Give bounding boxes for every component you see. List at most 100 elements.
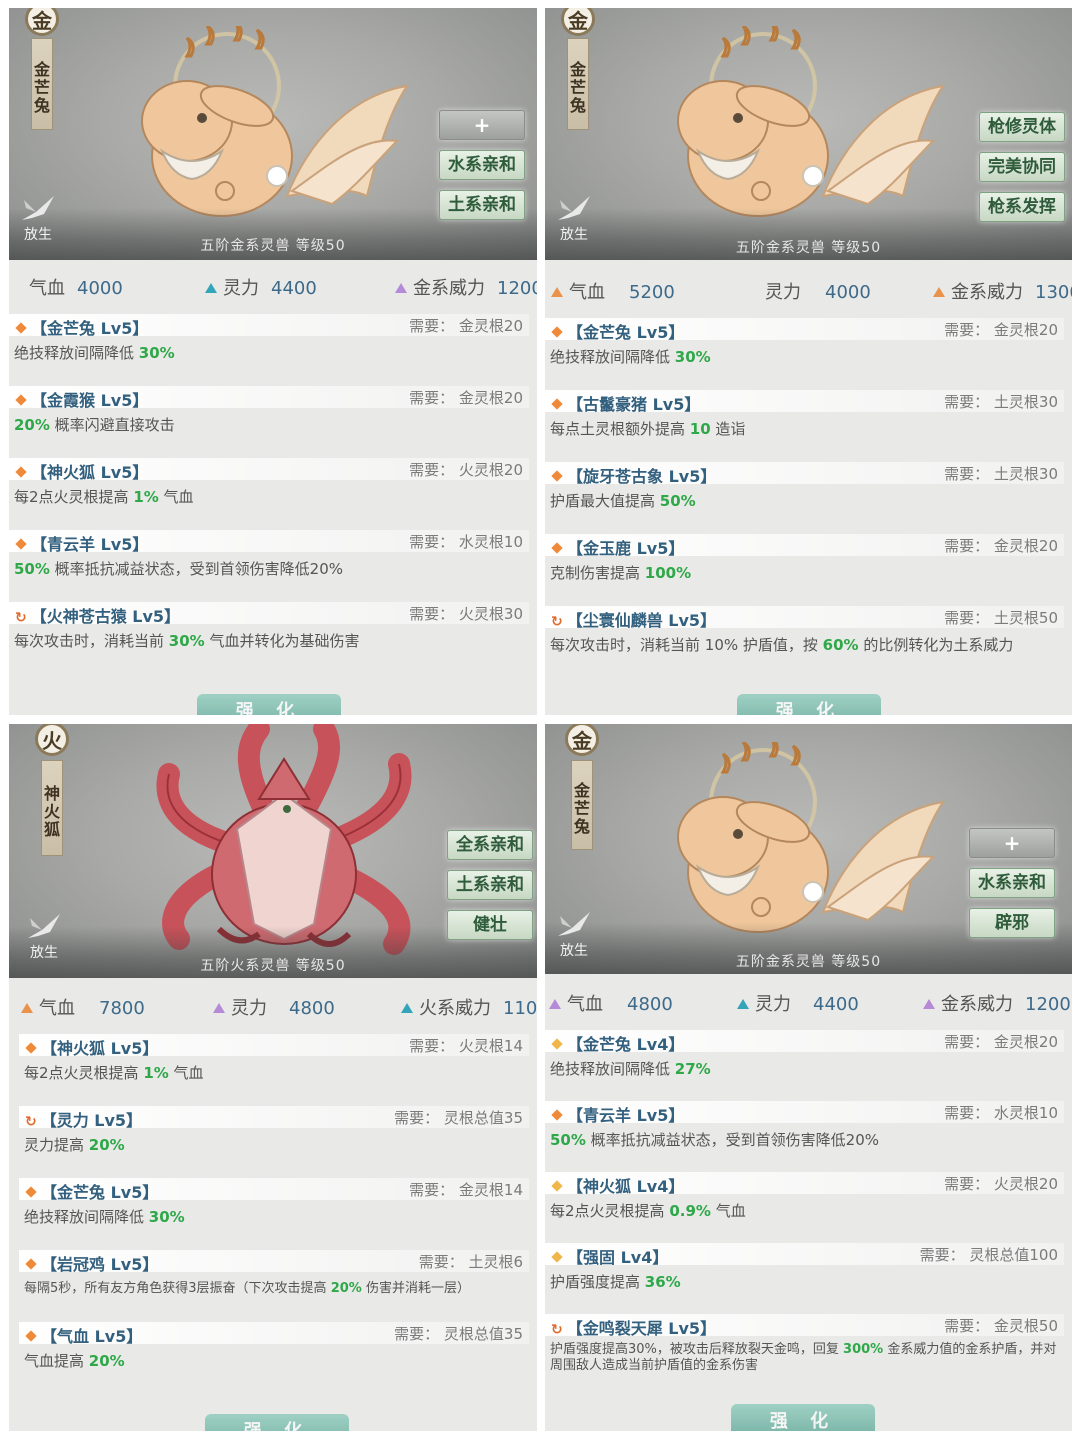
- diamond-icon: [25, 1330, 37, 1342]
- skill-description: 每2点火灵根提高 1% 气血: [24, 1064, 204, 1082]
- diamond-icon: [551, 1251, 563, 1263]
- skill-description: 绝技释放间隔降低 30%: [14, 344, 175, 362]
- triangle-icon: [205, 283, 217, 293]
- crane-icon: [558, 912, 590, 936]
- skill-requirement: 需要： 金灵根14: [409, 1181, 523, 1199]
- pet-name-ribbon: 金芒兔: [571, 760, 593, 850]
- skill-description: 每2点火灵根提高 0.9% 气血: [550, 1202, 746, 1220]
- pet-title: 五阶金系灵兽 等级50: [735, 954, 882, 970]
- skill-description: 绝技释放间隔降低 30%: [550, 348, 711, 366]
- trait-tag[interactable]: 完美协同: [979, 152, 1065, 182]
- pet-panel-4: 金 金芒兔 放生 + 水系亲和 辟邪 五阶金系灵兽 等级50 气血 4800 灵力…: [545, 724, 1072, 1431]
- element-badge: 金: [25, 8, 59, 36]
- skill-item: 【金芒兔 Lv5】 需要： 金灵根14 绝技释放间隔降低 30%: [19, 1176, 537, 1248]
- skill-description: 护盾强度提高 36%: [550, 1273, 681, 1291]
- element-badge: 金: [561, 8, 595, 36]
- stat-hp: 气血 4800: [549, 990, 673, 1016]
- pet-stats: 气血 4800 灵力 4400 金系威力 1200: [545, 986, 1072, 1016]
- skill-description: 每点土灵根额外提高 10 造诣: [550, 420, 746, 438]
- skill-item: ↻ 【金鸣裂天犀 Lv5】 需要： 金灵根50 护盾强度提高30%，被攻击后释放裂天…: [545, 1312, 1072, 1392]
- skill-requirement: 需要： 土灵根6: [418, 1253, 523, 1271]
- pet-stats: 气血7800 灵力4800 火系威力1100: [9, 990, 537, 1020]
- pet-name-ribbon: 神火狐: [41, 760, 63, 856]
- triangle-icon: [21, 1003, 33, 1013]
- trait-tag[interactable]: 土系亲和: [447, 870, 533, 900]
- trait-tag[interactable]: 水系亲和: [439, 150, 525, 180]
- skill-item: 【金霞猴 Lv5】 需要： 金灵根20 20% 概率闪避直接攻击: [9, 384, 537, 456]
- stat-hp: 气血 7800: [21, 994, 145, 1020]
- skill-item: 【青云羊 Lv5】 需要： 水灵根10 50% 概率抵抗减益状态，受到首领伤害降低…: [9, 528, 537, 600]
- skill-item: ↻ 【灵力 Lv5】 需要： 灵根总值35 灵力提高 20%: [19, 1104, 537, 1176]
- diamond-icon: [551, 542, 563, 554]
- strengthen-button[interactable]: 强 化: [737, 694, 881, 715]
- pet-panel-1: 金 金芒兔 放生 + 水系亲和 土系亲和 五阶金系灵兽 等级50 气血 4000 …: [9, 8, 537, 715]
- diamond-icon: [25, 1258, 37, 1270]
- skill-description: 绝技释放间隔降低 30%: [24, 1208, 185, 1226]
- add-trait-button[interactable]: +: [969, 828, 1055, 858]
- stat-power: 金系威力1200: [923, 990, 1071, 1016]
- skill-item: 【旋牙苍古象 Lv5】 需要： 土灵根30 护盾最大值提高 50%: [545, 460, 1072, 532]
- skill-description: 每次攻击时，消耗当前 10% 护盾值，按 60% 的比例转化为土系威力: [550, 636, 1014, 654]
- cycle-icon: ↻: [25, 1114, 37, 1130]
- skill-description: 50% 概率抵抗减益状态，受到首领伤害降低20%: [550, 1131, 880, 1149]
- diamond-icon: [551, 398, 563, 410]
- diamond-icon: [551, 1109, 563, 1121]
- skill-description: 每隔5秒，所有友方角色获得3层振奋（下次攻击提高 20% 伤害并消耗一层）: [24, 1281, 470, 1296]
- triangle-icon: [213, 1003, 225, 1013]
- skill-requirement: 需要： 金灵根20: [944, 537, 1058, 555]
- triangle-icon: [395, 283, 407, 293]
- skill-requirement: 需要： 土灵根50: [944, 609, 1058, 627]
- skill-item: 【神火狐 Lv4】 需要： 火灵根20 每2点火灵根提高 0.9% 气血: [545, 1170, 1072, 1241]
- element-badge: 火: [35, 724, 69, 756]
- skill-requirement: 需要： 灵根总值35: [394, 1109, 523, 1127]
- skill-requirement: 需要： 水灵根10: [944, 1104, 1058, 1122]
- stat-hp: 气血 4000: [29, 278, 123, 299]
- triangle-icon: [923, 999, 935, 1009]
- skill-list: 【金芒兔 Lv4】 需要： 金灵根20 绝技释放间隔降低 27% 【青云羊 Lv5…: [545, 1028, 1072, 1392]
- skill-requirement: 需要： 火灵根30: [409, 605, 523, 623]
- trait-tag[interactable]: 土系亲和: [439, 190, 525, 220]
- skill-list: 【神火狐 Lv5】 需要： 火灵根14 每2点火灵根提高 1% 气血 ↻ 【灵力 L…: [19, 1032, 537, 1392]
- skill-description: 护盾最大值提高 50%: [550, 492, 696, 510]
- diamond-icon: [551, 470, 563, 482]
- pet-stats: 气血4000 灵力4400 金系威力1200: [9, 270, 537, 300]
- skill-item: 【岩冠鸡 Lv5】 需要： 土灵根6 每隔5秒，所有友方角色获得3层振奋（下次攻击…: [19, 1248, 537, 1320]
- strengthen-button[interactable]: 强 化: [197, 694, 341, 715]
- strengthen-button[interactable]: 强 化: [731, 1404, 875, 1431]
- skill-item: ↻ 【尘寰仙麟兽 Lv5】 需要： 土灵根50 每次攻击时，消耗当前 10% 护盾值…: [545, 604, 1072, 676]
- skill-description: 50% 概率抵抗减益状态，受到首领伤害降低20%: [14, 560, 344, 578]
- skill-requirement: 需要： 金灵根20: [409, 317, 523, 335]
- skill-requirement: 需要： 金灵根20: [944, 321, 1058, 339]
- pet-title: 五阶火系灵兽 等级50: [200, 958, 346, 974]
- skill-item: 【金玉鹿 Lv5】 需要： 金灵根20 克制伤害提高 100%: [545, 532, 1072, 604]
- triangle-icon: [933, 287, 945, 297]
- skill-description: 克制伤害提高 100%: [550, 564, 692, 582]
- diamond-icon: [15, 538, 27, 550]
- stat-spirit: 灵力 4400: [205, 274, 317, 300]
- skill-item: 【神火狐 Lv5】 需要： 火灵根20 每2点火灵根提高 1% 气血: [9, 456, 537, 528]
- pet-name-ribbon: 金芒兔: [567, 38, 589, 130]
- skill-description: 护盾强度提高30%，被攻击后释放裂天金鸣，回复 300% 金系威力值的金系护盾，…: [550, 1342, 1057, 1373]
- trait-tag[interactable]: 枪系发挥: [979, 192, 1065, 222]
- pet-title: 五阶金系灵兽 等级50: [735, 240, 882, 256]
- skill-list: 【金芒兔 Lv5】 需要： 金灵根20 绝技释放间隔降低 30% 【古鬣豪猪 Lv…: [545, 316, 1072, 676]
- trait-tag[interactable]: 枪修灵体: [979, 112, 1065, 142]
- crane-icon: [22, 196, 54, 220]
- trait-tag[interactable]: 全系亲和: [447, 830, 533, 860]
- skill-requirement: 需要： 金灵根20: [944, 1033, 1058, 1051]
- skill-requirement: 需要： 火灵根20: [409, 461, 523, 479]
- skill-item: 【强固 Lv4】 需要： 灵根总值100 护盾强度提高 36%: [545, 1241, 1072, 1312]
- trait-tag[interactable]: 辟邪: [969, 908, 1055, 938]
- skill-item: 【气血 Lv5】 需要： 灵根总值35 气血提高 20%: [19, 1320, 537, 1392]
- add-trait-button[interactable]: +: [439, 110, 525, 140]
- strengthen-button[interactable]: 强 化: [205, 1414, 349, 1431]
- pet-name-ribbon: 金芒兔: [31, 38, 53, 130]
- stat-hp: 气血 5200: [551, 278, 675, 304]
- trait-tag[interactable]: 健壮: [447, 910, 533, 940]
- trait-tag[interactable]: 水系亲和: [969, 868, 1055, 898]
- skill-description: 灵力提高 20%: [24, 1136, 125, 1154]
- skill-item: ↻ 【火神苍古猿 Lv5】 需要： 火灵根30 每次攻击时，消耗当前 30% 气血并…: [9, 600, 537, 672]
- stat-power: 金系威力1300: [933, 278, 1072, 304]
- crane-icon: [28, 914, 60, 938]
- skill-description: 绝技释放间隔降低 27%: [550, 1060, 711, 1078]
